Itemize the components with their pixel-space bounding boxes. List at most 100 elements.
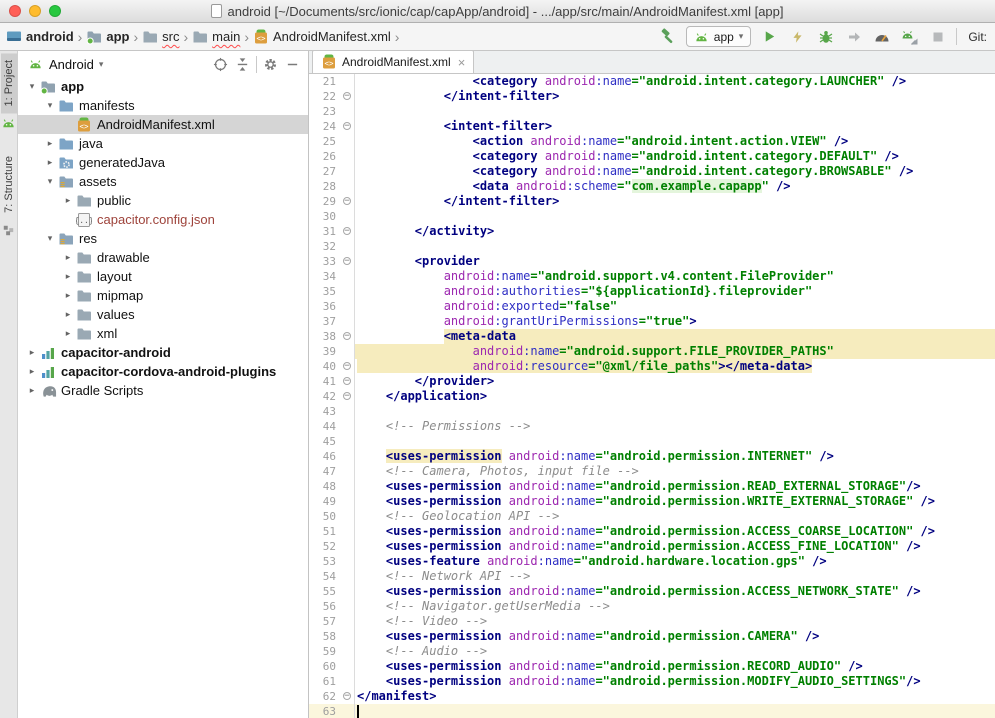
code-line-30[interactable]: 30 <box>309 209 995 224</box>
tree-item-public[interactable]: ▸public <box>18 191 308 210</box>
code-line-31[interactable]: 31− </activity> <box>309 224 995 239</box>
line-number[interactable]: 48 <box>309 479 342 494</box>
code-line-25[interactable]: 25 <action android:name="android.intent.… <box>309 134 995 149</box>
code-line-28[interactable]: 28 <data android:scheme="com.example.cap… <box>309 179 995 194</box>
tool-window-button-structure[interactable]: 7: Structure <box>1 149 17 220</box>
line-number[interactable]: 21 <box>309 74 342 89</box>
code-line-22[interactable]: 22− </intent-filter> <box>309 89 995 104</box>
debug-button[interactable] <box>816 27 835 46</box>
expand-arrow-icon[interactable]: ▾ <box>44 176 56 187</box>
breadcrumb-item-src[interactable]: src <box>142 29 179 45</box>
fold-marker-icon[interactable]: − <box>343 392 351 400</box>
code-line-51[interactable]: 51 <uses-permission android:name="androi… <box>309 524 995 539</box>
expand-arrow-icon[interactable]: ▸ <box>26 366 38 377</box>
fold-marker-icon[interactable]: − <box>343 122 351 130</box>
breadcrumb-item-android[interactable]: android <box>6 29 74 44</box>
close-tab-icon[interactable]: × <box>458 56 466 69</box>
code-line-62[interactable]: 62−</manifest> <box>309 689 995 704</box>
code-line-55[interactable]: 55 <uses-permission android:name="androi… <box>309 584 995 599</box>
locate-file-button[interactable] <box>212 56 229 73</box>
line-number[interactable]: 31 <box>309 224 342 239</box>
minimize-window-button[interactable] <box>29 5 41 17</box>
tree-item-assets[interactable]: ▾assets <box>18 172 308 191</box>
breadcrumb-item-main[interactable]: main <box>192 29 240 45</box>
hide-panel-button[interactable] <box>284 56 301 73</box>
code-line-33[interactable]: 33− <provider <box>309 254 995 269</box>
fold-marker-icon[interactable]: − <box>343 377 351 385</box>
line-number[interactable]: 47 <box>309 464 342 479</box>
tree-item-generatedjava[interactable]: ▸generatedJava <box>18 153 308 172</box>
tree-item-mipmap[interactable]: ▸mipmap <box>18 286 308 305</box>
line-number[interactable]: 56 <box>309 599 342 614</box>
code-line-59[interactable]: 59 <!-- Audio --> <box>309 644 995 659</box>
code-line-40[interactable]: 40− android:resource="@xml/file_paths"><… <box>309 359 995 374</box>
tree-item-app[interactable]: ▾app <box>18 77 308 96</box>
line-number[interactable]: 60 <box>309 659 342 674</box>
line-number[interactable]: 53 <box>309 554 342 569</box>
expand-arrow-icon[interactable]: ▾ <box>26 81 38 92</box>
expand-arrow-icon[interactable]: ▸ <box>62 328 74 339</box>
tree-item-values[interactable]: ▸values <box>18 305 308 324</box>
tree-item-xml[interactable]: ▸xml <box>18 324 308 343</box>
expand-arrow-icon[interactable]: ▸ <box>26 347 38 358</box>
run-config-select[interactable]: app▾ <box>686 26 752 47</box>
line-number[interactable]: 52 <box>309 539 342 554</box>
project-view-selector[interactable]: Android <box>49 57 94 72</box>
line-number[interactable]: 36 <box>309 299 342 314</box>
code-line-57[interactable]: 57 <!-- Video --> <box>309 614 995 629</box>
code-line-49[interactable]: 49 <uses-permission android:name="androi… <box>309 494 995 509</box>
tree-item-gradle-scripts[interactable]: ▸Gradle Scripts <box>18 381 308 400</box>
line-number[interactable]: 29 <box>309 194 342 209</box>
chevron-down-icon[interactable]: ▾ <box>99 59 104 70</box>
line-number[interactable]: 35 <box>309 284 342 299</box>
tree-item-java[interactable]: ▸java <box>18 134 308 153</box>
code-line-60[interactable]: 60 <uses-permission android:name="androi… <box>309 659 995 674</box>
tree-item-drawable[interactable]: ▸drawable <box>18 248 308 267</box>
attach-debugger-button[interactable] <box>844 27 863 46</box>
run-button[interactable] <box>760 27 779 46</box>
editor-tab-androidmanifest[interactable]: <> AndroidManifest.xml × <box>312 50 474 73</box>
build-button[interactable] <box>658 27 677 46</box>
code-line-34[interactable]: 34 android:name="android.support.v4.cont… <box>309 269 995 284</box>
line-number[interactable]: 59 <box>309 644 342 659</box>
expand-arrow-icon[interactable]: ▸ <box>26 385 38 396</box>
profile-app-button[interactable] <box>900 27 919 46</box>
profiler-button[interactable] <box>872 27 891 46</box>
code-line-24[interactable]: 24− <intent-filter> <box>309 119 995 134</box>
tree-item-capacitor-config-json[interactable]: {..}capacitor.config.json <box>18 210 308 229</box>
collapse-all-button[interactable] <box>234 56 251 73</box>
line-number[interactable]: 58 <box>309 629 342 644</box>
expand-arrow-icon[interactable]: ▸ <box>44 157 56 168</box>
line-number[interactable]: 24 <box>309 119 342 134</box>
close-window-button[interactable] <box>9 5 21 17</box>
code-line-46[interactable]: 46 <uses-permission android:name="androi… <box>309 449 995 464</box>
line-number[interactable]: 22 <box>309 89 342 104</box>
git-branch-widget[interactable]: Git: <box>966 30 987 44</box>
code-line-36[interactable]: 36 android:exported="false" <box>309 299 995 314</box>
line-number[interactable]: 45 <box>309 434 342 449</box>
expand-arrow-icon[interactable]: ▸ <box>62 195 74 206</box>
line-number[interactable]: 33 <box>309 254 342 269</box>
fold-marker-icon[interactable]: − <box>343 257 351 265</box>
code-line-26[interactable]: 26 <category android:name="android.inten… <box>309 149 995 164</box>
tool-window-button-project[interactable]: 1: Project <box>1 53 17 113</box>
code-line-50[interactable]: 50 <!-- Geolocation API --> <box>309 509 995 524</box>
line-number[interactable]: 51 <box>309 524 342 539</box>
code-line-29[interactable]: 29− </intent-filter> <box>309 194 995 209</box>
line-number[interactable]: 54 <box>309 569 342 584</box>
line-number[interactable]: 41 <box>309 374 342 389</box>
code-line-47[interactable]: 47 <!-- Camera, Photos, input file --> <box>309 464 995 479</box>
code-line-45[interactable]: 45 <box>309 434 995 449</box>
code-line-63[interactable]: 63 <box>309 704 995 718</box>
code-line-48[interactable]: 48 <uses-permission android:name="androi… <box>309 479 995 494</box>
tree-item-layout[interactable]: ▸layout <box>18 267 308 286</box>
settings-gear-button[interactable] <box>262 56 279 73</box>
line-number[interactable]: 62 <box>309 689 342 704</box>
line-number[interactable]: 23 <box>309 104 342 119</box>
expand-arrow-icon[interactable]: ▸ <box>62 271 74 282</box>
line-number[interactable]: 39 <box>309 344 342 359</box>
tree-item-capacitor-cordova-android-plugins[interactable]: ▸capacitor-cordova-android-plugins <box>18 362 308 381</box>
tree-item-capacitor-android[interactable]: ▸capacitor-android <box>18 343 308 362</box>
expand-arrow-icon[interactable]: ▾ <box>44 233 56 244</box>
zoom-window-button[interactable] <box>49 5 61 17</box>
